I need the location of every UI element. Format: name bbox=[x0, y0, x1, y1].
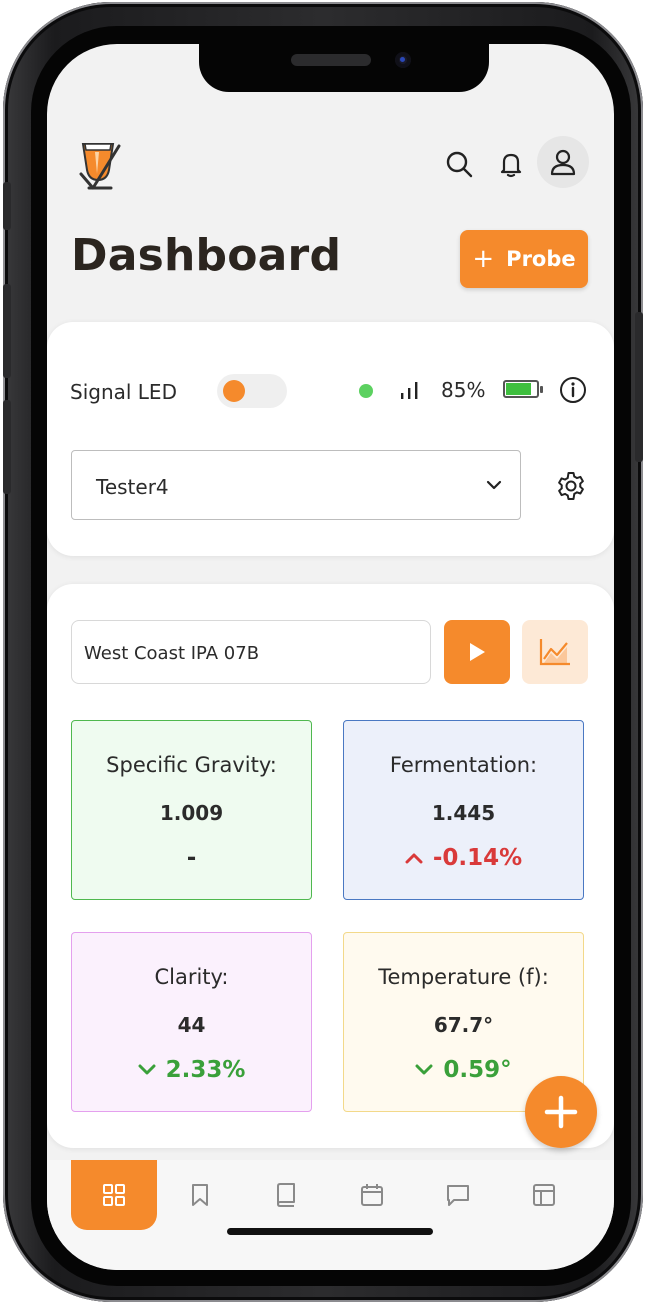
beer-glass-check-icon[interactable] bbox=[77, 140, 121, 192]
battery-fill bbox=[506, 383, 532, 395]
add-probe-label: Probe bbox=[506, 247, 576, 271]
line-chart-icon bbox=[539, 639, 570, 666]
bookmark-icon bbox=[192, 1184, 208, 1206]
metric-value: 44 bbox=[177, 1013, 206, 1037]
chevron-down-icon bbox=[486, 480, 502, 490]
play-icon bbox=[470, 643, 485, 661]
nav-bookmarks[interactable] bbox=[157, 1160, 243, 1230]
chevron-down-icon bbox=[415, 1064, 433, 1075]
speaker-grille bbox=[291, 54, 371, 66]
chevron-down-icon bbox=[138, 1064, 156, 1075]
metric-label: Specific Gravity: bbox=[106, 753, 277, 777]
nav-layout[interactable] bbox=[501, 1160, 587, 1230]
bell-icon[interactable] bbox=[491, 144, 531, 184]
app-screen: Dashboard + Probe Signal LED 85% Tester4… bbox=[47, 44, 614, 1270]
battery-percentage: 85% bbox=[441, 378, 486, 402]
metric-change: -0.14% bbox=[344, 845, 583, 871]
metric-label: Temperature (f): bbox=[378, 965, 549, 989]
metric-change: 2.33% bbox=[72, 1057, 311, 1083]
metric-value: 1.445 bbox=[431, 801, 496, 825]
toggle-knob bbox=[223, 380, 245, 402]
batch-name-value: West Coast IPA 07B bbox=[84, 643, 260, 664]
info-icon[interactable] bbox=[559, 376, 587, 404]
metric-label: Clarity: bbox=[154, 965, 229, 989]
metric-value: 67.7° bbox=[433, 1013, 494, 1037]
clarity-card[interactable]: Clarity: 44 2.33% bbox=[71, 932, 312, 1112]
signal-strength-icon bbox=[401, 382, 418, 399]
metric-change-value: 2.33% bbox=[165, 1057, 246, 1083]
volume-up-button bbox=[3, 284, 11, 378]
device-select-value: Tester4 bbox=[96, 475, 169, 499]
battery-icon bbox=[503, 380, 543, 398]
plus-icon bbox=[544, 1095, 578, 1129]
view-chart-button[interactable] bbox=[522, 620, 588, 684]
add-probe-button[interactable]: + Probe bbox=[460, 230, 588, 288]
layout-icon bbox=[533, 1184, 555, 1206]
plus-icon: + bbox=[472, 244, 495, 274]
metric-change-value: -0.14% bbox=[432, 845, 523, 871]
nav-recipes[interactable] bbox=[243, 1160, 329, 1230]
user-avatar-button[interactable] bbox=[537, 136, 589, 188]
metric-label: Fermentation: bbox=[389, 753, 538, 777]
connection-status-dot bbox=[359, 384, 373, 398]
gear-icon[interactable] bbox=[555, 470, 587, 502]
search-icon[interactable] bbox=[439, 144, 479, 184]
notch bbox=[199, 44, 489, 92]
metric-change: - bbox=[72, 845, 311, 871]
mute-switch bbox=[3, 182, 11, 230]
device-select[interactable]: Tester4 bbox=[71, 450, 521, 520]
nav-calendar[interactable] bbox=[329, 1160, 415, 1230]
batch-name-input[interactable]: West Coast IPA 07B bbox=[71, 620, 431, 684]
metric-value: 1.009 bbox=[159, 801, 224, 825]
batch-card: West Coast IPA 07B Specific Gravity: 1.0… bbox=[47, 584, 614, 1148]
power-button bbox=[635, 312, 643, 462]
nav-messages[interactable] bbox=[415, 1160, 501, 1230]
calendar-icon bbox=[361, 1184, 383, 1206]
fermentation-card[interactable]: Fermentation: 1.445 -0.14% bbox=[343, 720, 584, 900]
chevron-up-icon bbox=[405, 853, 423, 864]
specific-gravity-card[interactable]: Specific Gravity: 1.009 - bbox=[71, 720, 312, 900]
user-icon bbox=[550, 149, 576, 176]
start-batch-button[interactable] bbox=[444, 620, 510, 684]
bottom-nav bbox=[47, 1160, 614, 1270]
page-title: Dashboard bbox=[71, 230, 342, 281]
device-card: Signal LED 85% Tester4 bbox=[47, 322, 614, 556]
signal-led-toggle[interactable] bbox=[217, 374, 287, 408]
signal-led-label: Signal LED bbox=[70, 380, 177, 404]
grid-icon bbox=[103, 1184, 125, 1206]
metric-change-value: - bbox=[186, 845, 197, 871]
book-icon bbox=[277, 1183, 295, 1207]
front-camera bbox=[395, 52, 411, 68]
nav-dashboard[interactable] bbox=[71, 1160, 157, 1230]
volume-down-button bbox=[3, 400, 11, 494]
add-fab-button[interactable] bbox=[525, 1076, 597, 1148]
chat-icon bbox=[447, 1185, 469, 1206]
home-indicator[interactable] bbox=[227, 1228, 433, 1235]
metric-change-value: 0.59° bbox=[443, 1057, 512, 1083]
